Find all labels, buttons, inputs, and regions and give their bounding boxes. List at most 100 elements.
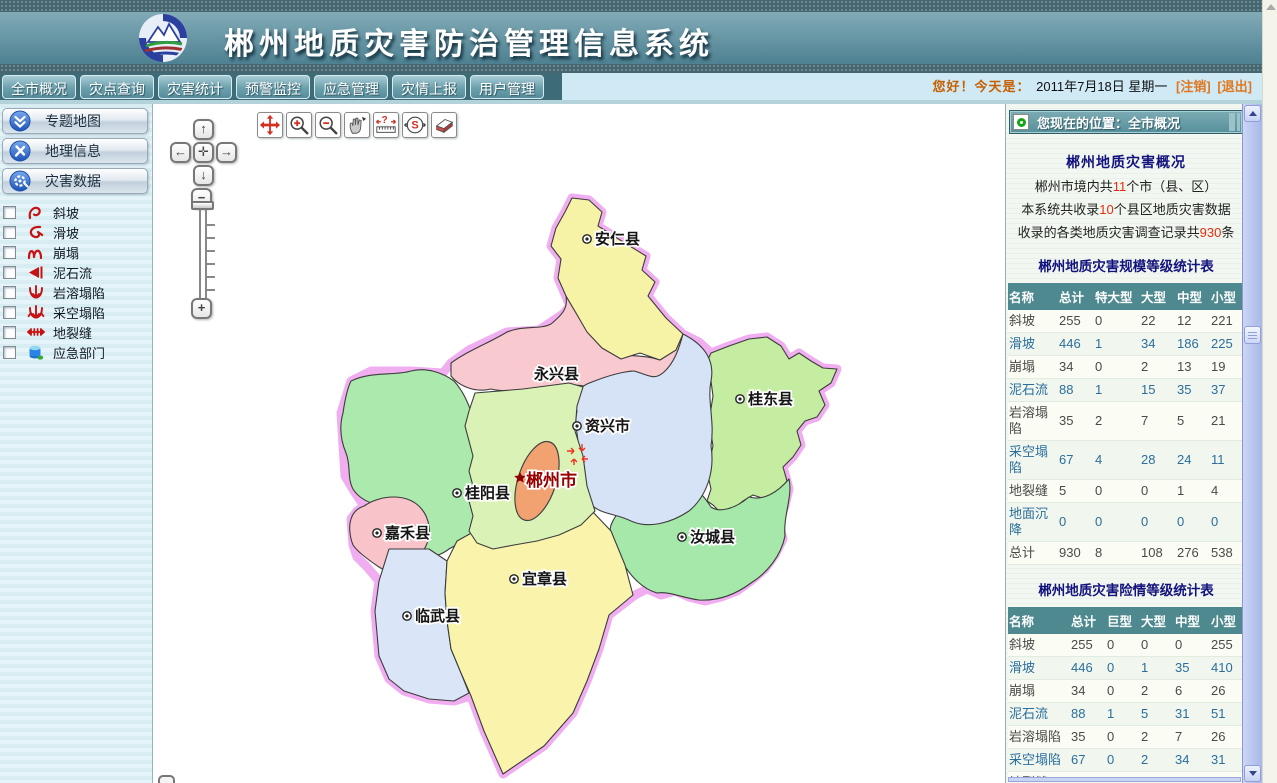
map-tool-zoom-in-icon[interactable] — [286, 112, 312, 138]
nav-tab-1[interactable]: 全市概况 — [2, 75, 76, 99]
col-header: 中型 — [1176, 283, 1210, 310]
sidebar-section-2[interactable]: 地理信息 — [2, 138, 148, 164]
layer-checkbox[interactable] — [3, 206, 16, 219]
nav-tab-6[interactable]: 灾情上报 — [392, 75, 466, 99]
location-bar: 您现在的位置：全市概况 — [1009, 110, 1243, 134]
partial-button[interactable] — [158, 775, 175, 783]
cell-value: 35 — [1174, 657, 1210, 680]
layer-row-2[interactable]: 滑坡 — [3, 222, 152, 242]
cell-value: 2 — [1140, 680, 1174, 703]
cell-value: 13 — [1176, 356, 1210, 379]
cell-value: 1 — [1140, 657, 1174, 680]
nav-tab-5[interactable]: 应急管理 — [314, 75, 388, 99]
scroll-thumb[interactable] — [1244, 326, 1261, 344]
layer-row-4[interactable]: 泥石流 — [3, 262, 152, 282]
page-scrollbar[interactable] — [1262, 0, 1277, 783]
map-tool-zoom-out-icon[interactable] — [315, 112, 341, 138]
logout-link[interactable]: [注销] — [1176, 79, 1211, 94]
scroll-up-button[interactable] — [1244, 105, 1261, 122]
map-pan-down-button[interactable]: ↓ — [193, 165, 214, 186]
cell-value: 2 — [1094, 402, 1140, 441]
cell-value: 0 — [1094, 503, 1140, 542]
location-label: 您现在的位置：全市概况 — [1037, 113, 1180, 132]
location-bar-decor — [1229, 113, 1240, 131]
cell-value: 6 — [1174, 680, 1210, 703]
sidebar-section-1[interactable]: 专题地图 — [2, 108, 148, 134]
map-tool-pan-hand-icon[interactable] — [344, 112, 370, 138]
map-label-text: 桂阳县 — [464, 484, 510, 502]
cell-value: 0 — [1094, 480, 1140, 503]
map-tool-measure-icon[interactable]: ? — [373, 112, 399, 138]
cell-value: 538 — [1210, 542, 1244, 565]
map-pane[interactable]: 安仁县永兴县资兴市桂东县汝城县桂阳县嘉禾县临武县宜章县郴州市 ↑ ← ✛ → ↓… — [154, 104, 1005, 783]
scroll-down-button[interactable] — [1244, 765, 1261, 782]
map-pan-right-button[interactable]: → — [216, 142, 237, 163]
cell-value: 225 — [1210, 333, 1244, 356]
cell-value: 410 — [1210, 657, 1244, 680]
table2-title: 郴州地质灾害险情等级统计表 — [1008, 579, 1244, 599]
cell-value: 186 — [1176, 333, 1210, 356]
layer-row-5[interactable]: 岩溶塌陷 — [3, 282, 152, 302]
layer-row-7[interactable]: 地裂缝 — [3, 322, 152, 342]
map-pan-up-button[interactable]: ↑ — [193, 119, 214, 140]
cell-name: 滑坡 — [1008, 333, 1058, 356]
cell-value: 4 — [1094, 441, 1140, 480]
overview-line-3: 收录的各类地质灾害调查记录共930条 — [1008, 225, 1244, 241]
cell-value: 2 — [1140, 749, 1174, 772]
layer-checkbox[interactable] — [3, 246, 16, 259]
slider-tick — [207, 224, 215, 226]
cell-value: 255 — [1070, 634, 1106, 657]
layer-row-6[interactable]: 采空塌陷 — [3, 302, 152, 322]
overview-number: 11 — [1113, 179, 1127, 194]
cell-value: 446 — [1058, 333, 1094, 356]
cell-value: 1 — [1176, 480, 1210, 503]
layer-row-3[interactable]: 崩塌 — [3, 242, 152, 262]
cell-value: 0 — [1176, 503, 1210, 542]
layer-row-8[interactable]: 应急部门 — [3, 342, 152, 362]
map-tool-scale-icon[interactable]: S — [402, 112, 428, 138]
layer-checkbox[interactable] — [3, 266, 16, 279]
map-pan-left-button[interactable]: ← — [170, 142, 191, 163]
table-row: 滑坡4460135410 — [1008, 657, 1244, 680]
cell-value: 11 — [1210, 441, 1244, 480]
panel-hscrollbar[interactable] — [1008, 777, 1241, 782]
nav-tab-7[interactable]: 用户管理 — [470, 75, 544, 99]
map-tool-pan-icon[interactable] — [257, 112, 283, 138]
exit-link[interactable]: [退出] — [1217, 79, 1252, 94]
layer-checkbox[interactable] — [3, 326, 16, 339]
map-tool-eraser-icon[interactable] — [431, 112, 457, 138]
cell-name: 滑坡 — [1008, 657, 1070, 680]
cell-name: 泥石流 — [1008, 703, 1070, 726]
layer-checkbox[interactable] — [3, 346, 16, 359]
layer-label: 泥石流 — [53, 263, 92, 282]
scale-icon: S — [404, 114, 426, 136]
nav-tab-4[interactable]: 预警监控 — [236, 75, 310, 99]
date-bar: 您好！今天是： 2011年7月18日 星期一 [注销] [退出] — [933, 73, 1253, 100]
map-zoom-in-step-button[interactable]: + — [191, 298, 212, 319]
slider-tick — [207, 250, 215, 252]
nav-tab-3[interactable]: 灾害统计 — [158, 75, 232, 99]
cell-value: 67 — [1058, 441, 1094, 480]
cell-value: 1 — [1094, 379, 1140, 402]
nav-tab-2[interactable]: 灾点查询 — [80, 75, 154, 99]
map-zoom-slider-thumb[interactable] — [191, 201, 214, 210]
sidebar-section-3[interactable]: 灾害数据 — [2, 168, 148, 194]
map-pan-center-button[interactable]: ✛ — [193, 142, 214, 163]
overview-text: 个市（县、区） — [1126, 179, 1217, 194]
cell-name: 斜坡 — [1008, 310, 1058, 333]
table-row: 崩塌34021319 — [1008, 356, 1244, 379]
map-label-text: 安仁县 — [595, 230, 640, 248]
layer-row-1[interactable]: 斜坡 — [3, 202, 152, 222]
map-zoom-slider-track[interactable] — [199, 210, 207, 298]
layer-checkbox[interactable] — [3, 306, 16, 319]
cell-value: 0 — [1174, 634, 1210, 657]
layer-checkbox[interactable] — [3, 226, 16, 239]
panel-scrollbar[interactable] — [1242, 104, 1262, 783]
layer-label: 采空塌陷 — [53, 303, 105, 322]
greeting-text: 您好！今天是： — [933, 79, 1031, 94]
table-row: 采空塌陷67023431 — [1008, 749, 1244, 772]
map-label-text: 临武县 — [415, 607, 460, 625]
layer-list: 斜坡滑坡崩塌泥石流岩溶塌陷采空塌陷地裂缝应急部门 — [0, 202, 152, 362]
map-label-text: 资兴市 — [585, 417, 630, 435]
layer-checkbox[interactable] — [3, 286, 16, 299]
